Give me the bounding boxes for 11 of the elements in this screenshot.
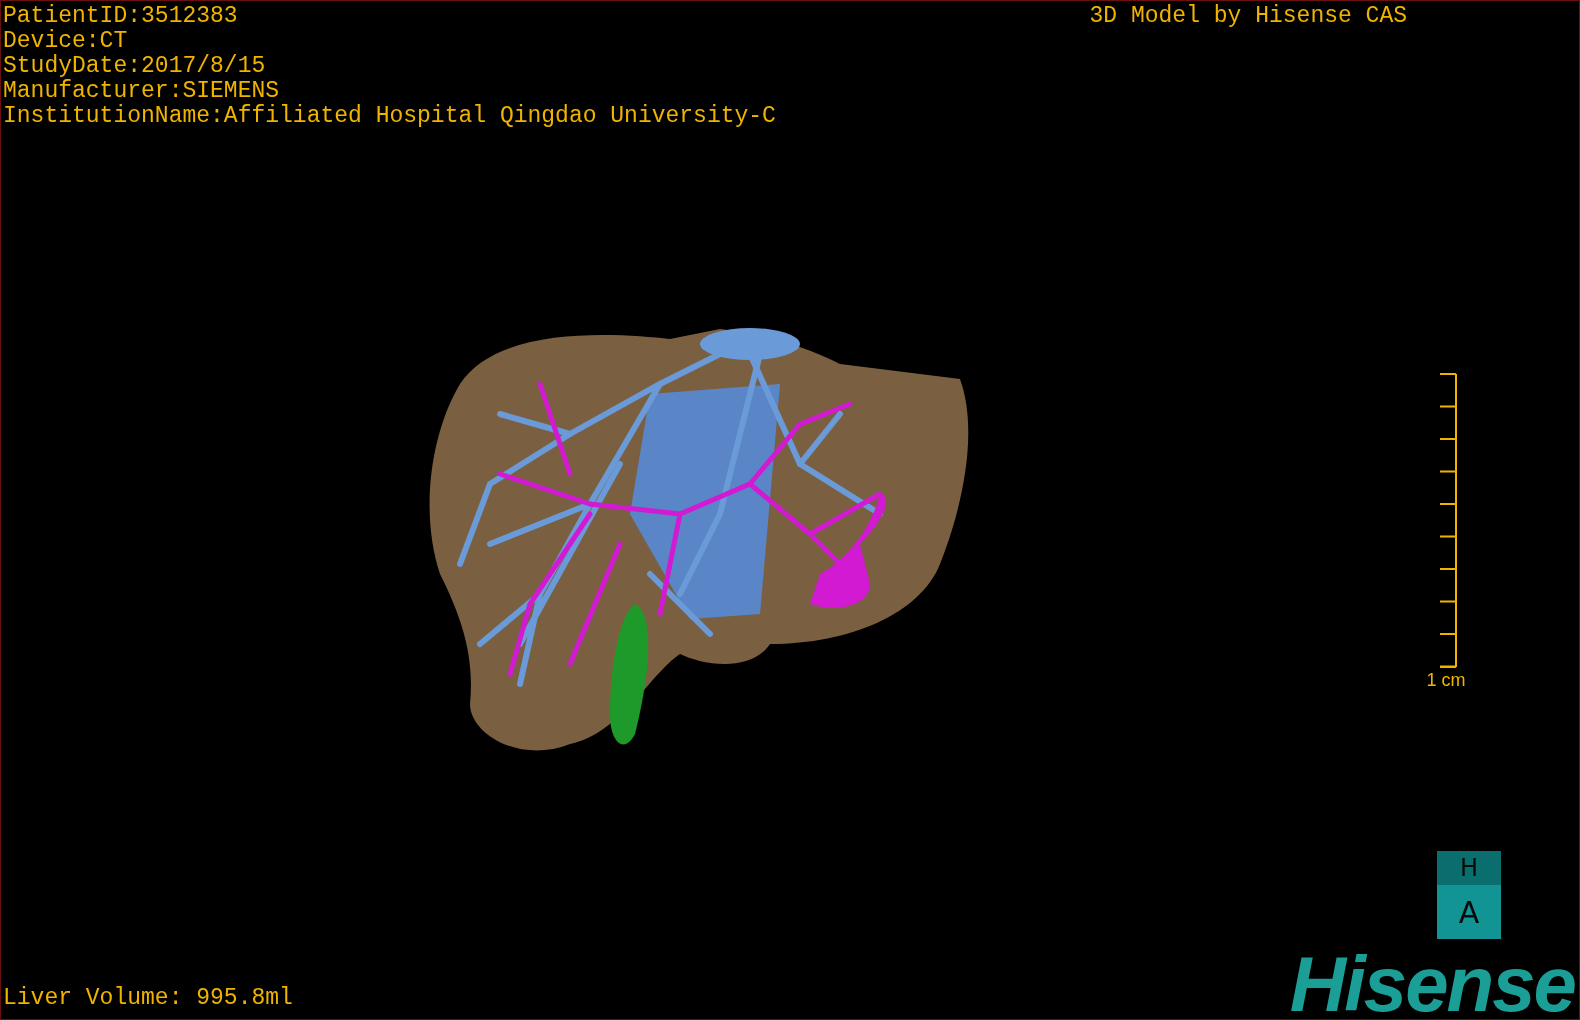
patient-info-text: Device:CT — [3, 29, 129, 54]
orientation-cube-top: H — [1437, 851, 1501, 885]
patient-info-text: Manufacturer:SIEMENS — [3, 79, 281, 104]
liver-volume-text: Liver Volume: 995.8ml — [3, 986, 293, 1011]
brand-logo: Hisense — [1289, 951, 1576, 1017]
patient-info-text: InstitutionName:Affiliated Hospital Qingdao University-C — [3, 104, 776, 129]
orientation-cube-front: A — [1437, 885, 1501, 939]
model-title: 3D Model by Hisense CAS — [1089, 4, 1407, 31]
patient-info-text: StudyDate:2017/8/15 — [3, 54, 267, 79]
scale-label: 1 cm — [1426, 670, 1466, 690]
patient-info-text: PatientID:3512383 — [3, 4, 239, 29]
